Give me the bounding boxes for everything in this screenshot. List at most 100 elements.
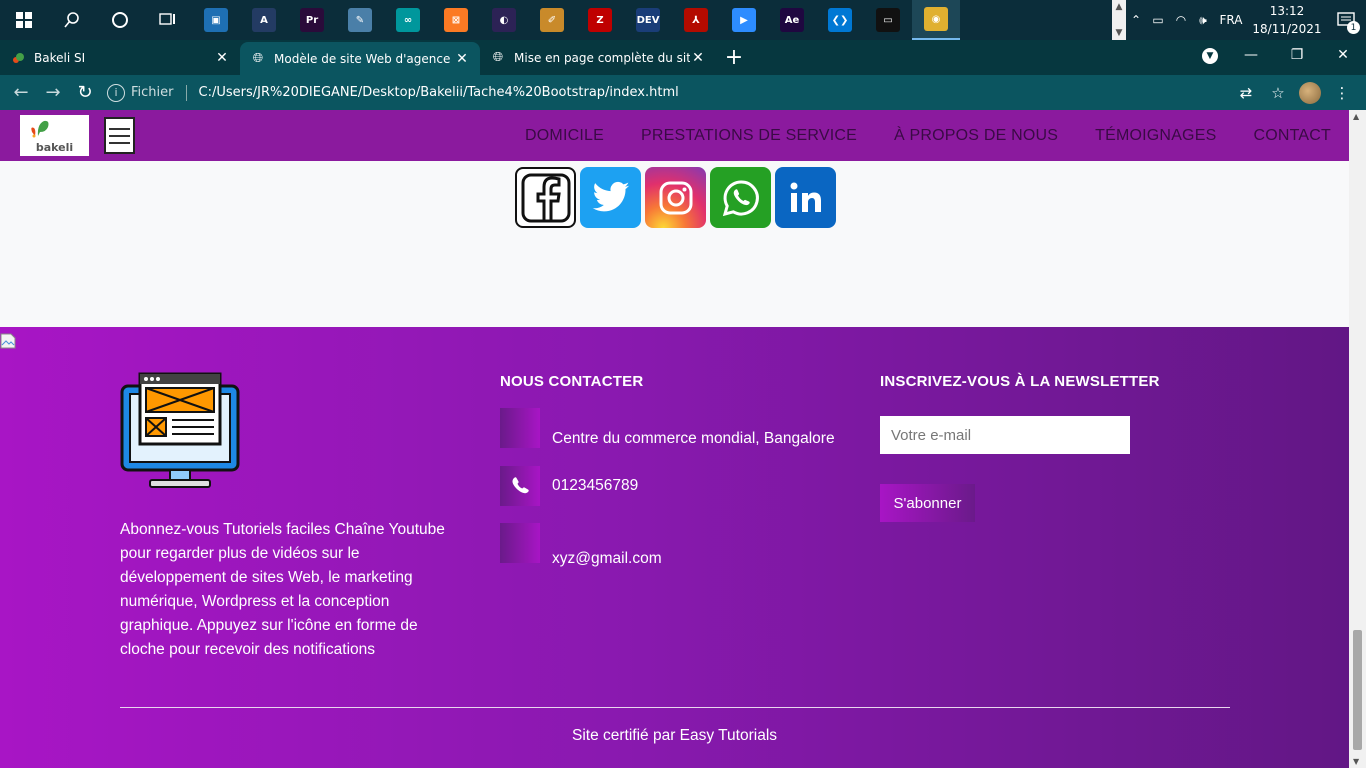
filezilla-icon[interactable]: Z bbox=[576, 0, 624, 40]
back-icon[interactable]: ← bbox=[5, 77, 37, 109]
file-label: Fichier bbox=[131, 85, 174, 100]
more-menu-icon[interactable]: ⋮ bbox=[1326, 77, 1358, 109]
clock[interactable]: 13:12 18/11/2021 bbox=[1248, 2, 1326, 38]
page-viewport: bakeli DOMICILE PRESTATIONS DE SERVICE À… bbox=[0, 110, 1366, 768]
tab-full-layout[interactable]: 🌐︎ Mise en page complète du site W ✕ bbox=[480, 40, 716, 75]
nav-link-domicile[interactable]: DOMICILE bbox=[525, 127, 604, 145]
newsletter-email-input[interactable]: Votre e-mail bbox=[880, 416, 1130, 454]
avatar[interactable] bbox=[1299, 81, 1321, 104]
task-view-icon[interactable] bbox=[144, 0, 192, 40]
forward-icon[interactable]: → bbox=[37, 77, 69, 109]
copyright-text: Site certifié par Easy Tutorials bbox=[571, 727, 778, 744]
tool-icon[interactable]: ✐ bbox=[528, 0, 576, 40]
app-store-icon[interactable]: ▣ bbox=[192, 0, 240, 40]
close-tab-icon[interactable]: ✕ bbox=[214, 50, 230, 66]
xampp-icon[interactable]: ⊠ bbox=[432, 0, 480, 40]
social-links bbox=[515, 167, 836, 228]
search-icon[interactable] bbox=[48, 0, 96, 40]
arduino-icon-glyph: ∞ bbox=[396, 8, 420, 32]
tab-bakeli-si[interactable]: Bakeli SI ✕ bbox=[0, 40, 240, 75]
restore-icon[interactable]: ❐ bbox=[1274, 40, 1320, 70]
adobe-premiere-icon[interactable]: Pr bbox=[288, 0, 336, 40]
bakeli-favicon-icon bbox=[10, 50, 26, 66]
footer-contact-column: NOUS CONTACTER Centre du commerce mondia… bbox=[500, 373, 860, 567]
close-tab-icon[interactable]: ✕ bbox=[690, 50, 706, 66]
minimize-icon[interactable]: — bbox=[1228, 40, 1274, 70]
address-bar[interactable]: i Fichier C:/Users/JR%20DIEGANE/Desktop/… bbox=[107, 79, 1230, 107]
cortana-icon[interactable] bbox=[96, 0, 144, 40]
close-tab-icon[interactable]: ✕ bbox=[454, 51, 470, 67]
bakeli-logo[interactable]: bakeli bbox=[20, 115, 89, 156]
bookmark-star-icon[interactable]: ☆ bbox=[1262, 77, 1294, 109]
bakeli-logo-mark-icon bbox=[31, 120, 49, 138]
nav-link-a-propos[interactable]: À PROPOS DE NOUS bbox=[894, 127, 1058, 145]
nav-link-contact[interactable]: CONTACT bbox=[1253, 127, 1331, 145]
wifi-icon[interactable]: ◠ bbox=[1170, 13, 1192, 27]
language-indicator[interactable]: FRA bbox=[1214, 13, 1248, 27]
whatsapp-icon[interactable] bbox=[710, 167, 771, 228]
profile-avatar-wrap[interactable] bbox=[1294, 77, 1326, 109]
notepad-icon[interactable]: ✎ bbox=[336, 0, 384, 40]
tab-label: Modèle de site Web d'agence - T bbox=[274, 51, 454, 66]
globe-icon: 🌐︎ bbox=[492, 50, 504, 65]
page-scrollbar[interactable]: ▲ ▼ bbox=[1349, 110, 1366, 768]
url-text[interactable]: C:/Users/JR%20DIEGANE/Desktop/Bakelii/Ta… bbox=[199, 85, 679, 100]
web-design-monitor-icon bbox=[120, 372, 240, 488]
zoom-icon-glyph: ▶ bbox=[732, 8, 756, 32]
location-icon bbox=[500, 408, 540, 448]
battery-icon[interactable]: ▭ bbox=[1146, 13, 1170, 27]
contact-address: Centre du commerce mondial, Bangalore bbox=[552, 430, 835, 447]
nav-link-prestations[interactable]: PRESTATIONS DE SERVICE bbox=[641, 127, 857, 145]
instagram-icon[interactable] bbox=[645, 167, 706, 228]
close-window-icon[interactable]: ✕ bbox=[1320, 40, 1366, 70]
scroll-up-icon[interactable]: ▲ bbox=[1353, 112, 1359, 121]
scrollbar-thumb[interactable] bbox=[1353, 630, 1362, 750]
acrobat-icon[interactable]: ⅄ bbox=[672, 0, 720, 40]
footer-newsletter-column: INSCRIVEZ-VOUS À LA NEWSLETTER Votre e-m… bbox=[880, 373, 1180, 522]
acrobat-icon-glyph: ⅄ bbox=[684, 8, 708, 32]
clock-date: 18/11/2021 bbox=[1252, 22, 1322, 36]
arduino-icon[interactable]: ∞ bbox=[384, 0, 432, 40]
chrome-icon[interactable]: ◉ bbox=[912, 0, 960, 40]
subscribe-button[interactable]: S'abonner bbox=[880, 484, 975, 522]
globe-icon: 🌐︎ bbox=[252, 51, 264, 66]
tab-agency-template[interactable]: 🌐︎ Modèle de site Web d'agence - T ✕ bbox=[240, 42, 480, 75]
terminal-icon[interactable]: ▭ bbox=[864, 0, 912, 40]
vscode-icon-glyph: ❮❯ bbox=[828, 8, 852, 32]
dev-cpp-icon[interactable]: DEV bbox=[624, 0, 672, 40]
logo-text: bakeli bbox=[35, 141, 74, 154]
scroll-down-icon[interactable]: ▼ bbox=[1353, 757, 1359, 766]
new-tab-button[interactable]: + bbox=[716, 40, 752, 75]
eclipse-icon[interactable]: ◐ bbox=[480, 0, 528, 40]
zoom-icon[interactable]: ▶ bbox=[720, 0, 768, 40]
hamburger-menu-button[interactable] bbox=[104, 117, 135, 154]
notification-icon[interactable]: 1 bbox=[1326, 0, 1366, 40]
nav-link-temoignages[interactable]: TÉMOIGNAGES bbox=[1095, 127, 1216, 145]
xampp-icon-glyph: ⊠ bbox=[444, 8, 468, 32]
tab-label: Bakeli SI bbox=[34, 50, 86, 65]
tool-icon-glyph: ✐ bbox=[540, 8, 564, 32]
tab-label: Mise en page complète du site W bbox=[514, 50, 690, 65]
twitter-icon[interactable] bbox=[580, 167, 641, 228]
facebook-icon[interactable] bbox=[515, 167, 576, 228]
tab-search-icon[interactable]: ▼ bbox=[1202, 48, 1218, 64]
volume-icon[interactable]: 🕪 bbox=[1192, 13, 1214, 28]
footer-divider bbox=[120, 707, 1230, 708]
info-icon[interactable]: i bbox=[107, 83, 125, 102]
notification-badge: 1 bbox=[1347, 21, 1360, 34]
translate-icon[interactable]: ⇄ bbox=[1230, 77, 1262, 109]
main-menu: DOMICILE PRESTATIONS DE SERVICE À PROPOS… bbox=[488, 110, 1331, 161]
taskbar-scroll[interactable]: ▲ ▼ bbox=[1112, 0, 1126, 40]
dev-cpp-icon-glyph: DEV bbox=[636, 8, 660, 32]
chrome-icon-glyph: ◉ bbox=[924, 7, 948, 31]
reload-icon[interactable]: ↻ bbox=[69, 77, 101, 109]
after-effects-icon-glyph: Ae bbox=[780, 8, 804, 32]
contact-title: NOUS CONTACTER bbox=[500, 373, 644, 390]
after-effects-icon[interactable]: Ae bbox=[768, 0, 816, 40]
eclipse-icon-glyph: ◐ bbox=[492, 8, 516, 32]
adobe-lightroom-icon[interactable]: A bbox=[240, 0, 288, 40]
windows-start-icon[interactable] bbox=[0, 0, 48, 40]
linkedin-icon[interactable] bbox=[775, 167, 836, 228]
vscode-icon[interactable]: ❮❯ bbox=[816, 0, 864, 40]
chevron-up-icon[interactable]: ⌃ bbox=[1126, 13, 1146, 27]
